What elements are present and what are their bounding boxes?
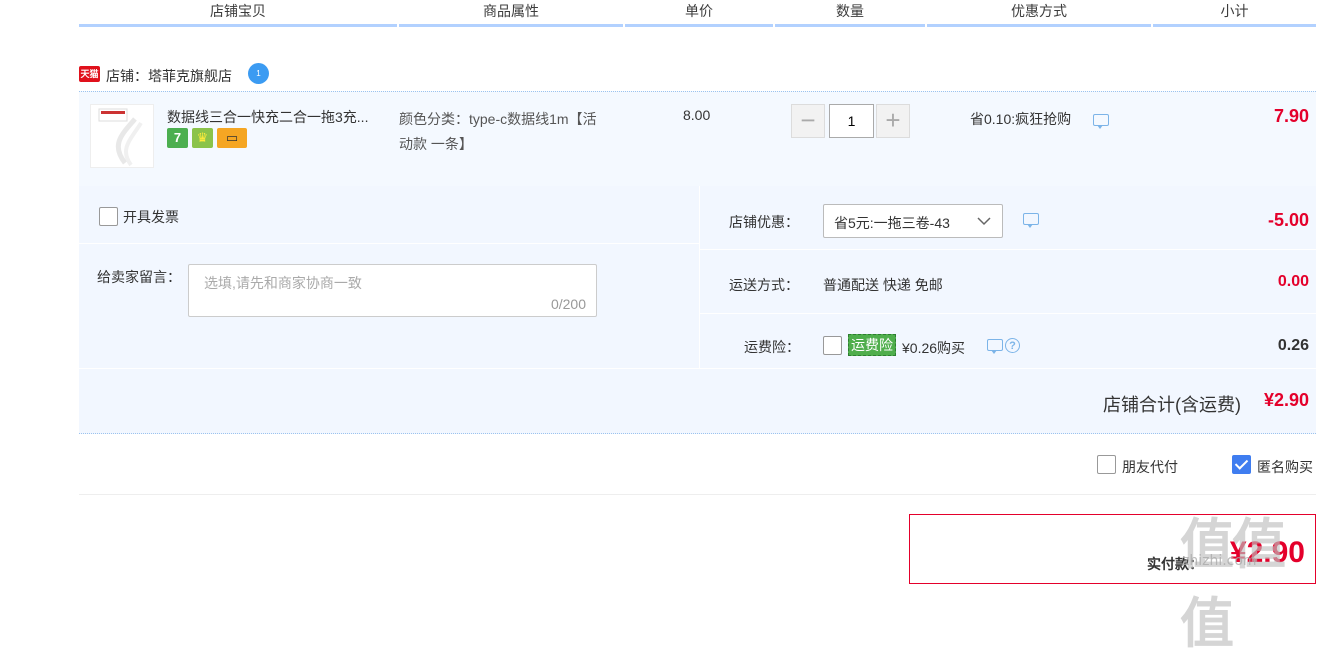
watermark-logo: 值值值 (1180, 513, 1286, 655)
seller-message-placeholder: 选填,请先和商家协商一致 (204, 275, 362, 291)
quantity-input[interactable] (829, 104, 874, 138)
help-question-icon[interactable]: ? (1005, 338, 1020, 353)
wangwang-chat-icon[interactable]: 1 (248, 63, 269, 84)
insurance-label: 运费险： (744, 339, 800, 355)
invoice-label: 开具发票 (123, 209, 179, 225)
invoice-checkbox[interactable] (99, 207, 118, 226)
tmall-logo-icon: 天猫 (79, 66, 100, 82)
insurance-amount: 0.26 (1277, 337, 1309, 354)
seller-message-label: 给卖家留言： (97, 269, 181, 285)
insurance-checkbox[interactable] (823, 336, 842, 355)
shop-discount-selected: 省5元:一拖三卷-43 (834, 215, 950, 231)
product-attributes: 颜色分类：type-c数据线1m【活 动款 一条】 (399, 107, 597, 157)
shop-discount-comment-icon[interactable] (1023, 213, 1039, 228)
anonymous-label: 匿名购买 (1257, 459, 1313, 475)
seven-day-return-icon: 7 (167, 128, 188, 148)
shop-discount-amount: -5.00 (1267, 210, 1309, 230)
anonymous-checkbox[interactable] (1232, 455, 1251, 474)
product-title-link[interactable]: 数据线三合一快充二合一拖3充... (167, 107, 368, 127)
crown-badge-icon: ♛ (192, 128, 213, 148)
friend-pay-label: 朋友代付 (1122, 459, 1178, 475)
attr-line-1: 颜色分类：type-c数据线1m【活 (399, 111, 597, 127)
quantity-increase-button[interactable]: + (876, 104, 910, 138)
col-header-discount: 优惠方式 (927, 0, 1151, 27)
order-item-row (79, 91, 1316, 186)
discount-comment-icon[interactable] (1093, 114, 1109, 129)
seller-message-textarea[interactable]: 选填,请先和商家协商一致 0/200 (188, 264, 597, 317)
shipping-amount: 0.00 (1277, 273, 1309, 290)
shipping-method: 普通配送 快递 免邮 (823, 277, 943, 293)
col-header-price: 单价 (625, 0, 773, 27)
unit-price: 8.00 (683, 107, 711, 123)
quantity-decrease-button[interactable]: − (791, 104, 825, 138)
attr-line-2: 动款 一条】 (399, 136, 473, 152)
divider (79, 368, 1316, 369)
card-payment-icon: ▭ (217, 128, 247, 148)
divider (699, 249, 1316, 250)
shop-total-label: 店铺合计(含运费) (1103, 395, 1241, 415)
product-thumbnail[interactable] (90, 104, 154, 168)
col-header-shop-item: 店铺宝贝 (79, 0, 397, 27)
col-header-subtotal: 小计 (1153, 0, 1316, 27)
shipping-label: 运送方式： (729, 277, 799, 293)
insurance-price: ¥0.26购买 (902, 340, 966, 356)
shop-name[interactable]: 店铺：塔菲克旗舰店 (106, 66, 232, 86)
shop-discount-label: 店铺优惠： (729, 214, 799, 230)
divider (699, 313, 1316, 314)
col-header-attributes: 商品属性 (399, 0, 623, 27)
item-subtotal: 7.90 (1273, 106, 1309, 126)
col-header-quantity: 数量 (775, 0, 925, 27)
item-discount-text: 省0.10:疯狂抢购 (970, 111, 1072, 127)
seller-message-counter: 0/200 (550, 296, 586, 312)
shop-discount-select[interactable]: 省5元:一拖三卷-43 (823, 204, 1003, 238)
divider (79, 243, 699, 244)
friend-pay-checkbox[interactable] (1097, 455, 1116, 474)
divider (79, 494, 1316, 495)
cable-image-icon (98, 108, 143, 167)
shop-total-amount: ¥2.90 (1263, 390, 1309, 410)
insurance-comment-icon[interactable] (987, 339, 1003, 354)
watermark-url: zhizhi.com (1182, 553, 1257, 569)
insurance-tag: 运费险 (848, 334, 896, 356)
chevron-down-icon (977, 217, 991, 226)
